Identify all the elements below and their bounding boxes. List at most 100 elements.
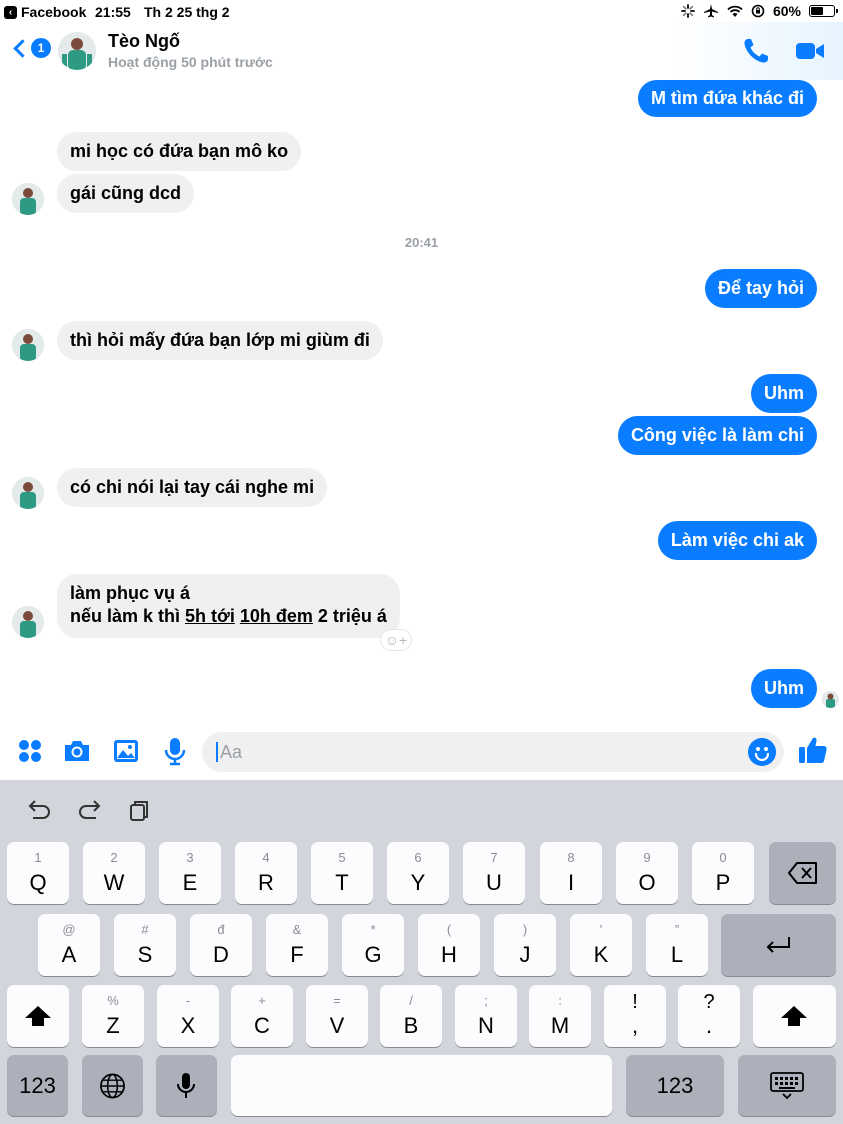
status-time: 21:55 [95,4,131,20]
key-n[interactable]: ; N [455,985,517,1047]
backspace-icon [788,862,817,884]
sender-avatar[interactable] [12,477,44,509]
key-x[interactable]: -X [157,985,219,1047]
emoji-icon[interactable] [748,738,776,766]
composer-bar: Aa [0,726,843,780]
key-e[interactable]: 3E [159,842,221,904]
hide-keyboard-key[interactable] [738,1055,836,1116]
airplane-icon [703,4,718,18]
key-w[interactable]: 2W [83,842,145,904]
microphone-icon[interactable] [160,736,190,766]
contact-avatar[interactable] [58,32,96,70]
dictation-key[interactable] [156,1055,217,1116]
redo-icon[interactable] [76,798,104,824]
phone-icon[interactable] [741,36,773,66]
camera-icon[interactable] [62,736,92,766]
video-call-icon[interactable] [794,36,826,66]
shift-icon [781,1006,807,1026]
timestamp: 20:41 [404,235,439,250]
message-outgoing[interactable]: Làm việc chi ak [657,521,817,560]
status-bar: ‹ Facebook 21:55 Th 2 25 thg 2 60% [0,0,843,22]
loading-icon [681,4,695,18]
key-comma[interactable]: !, [604,985,666,1047]
message-outgoing[interactable]: Để tay hỏi [704,269,817,308]
key-f[interactable]: & F [266,914,328,976]
key-l[interactable]: ” L [646,914,708,976]
rotation-lock-icon [751,4,765,18]
key-i[interactable]: 8I [540,842,602,904]
key-k[interactable]: ’ K [570,914,632,976]
message-line: nếu làm k thì 5h tới 10h đem 2 triệu á [70,605,387,628]
gallery-icon[interactable] [111,736,141,766]
conversation-header: 1 Tèo Ngố Hoạt động 50 phút trước [0,22,843,80]
smiley-plus-icon: ☺+ [384,632,408,648]
avatar-image [58,32,96,70]
keyboard: 1Q 2W 3E 4R 5T 6Y 7U 8I 9O 0P @ A # S đD &… [0,780,843,1124]
message-incoming[interactable]: gái cũng dcd [57,174,195,213]
key-b[interactable]: / B [380,985,442,1047]
key-y[interactable]: 6Y [387,842,449,904]
key-h[interactable]: (H [418,914,480,976]
message-incoming[interactable]: thì hỏi mấy đứa bạn lớp mi giùm đi [57,321,383,360]
key-v[interactable]: = V [306,985,368,1047]
message-outgoing[interactable]: Uhm [751,669,817,708]
shift-key-right[interactable] [753,985,836,1047]
key-r[interactable]: 4R [235,842,297,904]
input-placeholder: Aa [220,742,243,762]
sender-avatar[interactable] [12,606,44,638]
message-incoming[interactable]: mi học có đứa bạn mô ko [57,132,302,171]
more-apps-icon[interactable] [15,736,45,766]
key-m[interactable]: :M [529,985,591,1047]
key-t[interactable]: 5T [311,842,373,904]
key-g[interactable]: * G [342,914,404,976]
globe-icon [100,1073,125,1098]
message-outgoing[interactable]: Uhm [751,374,817,413]
message-input[interactable]: Aa [202,732,784,772]
key-d[interactable]: đD [190,914,252,976]
shift-key-left[interactable] [7,985,69,1047]
message-text: 2 triệu á [312,606,387,626]
seen-indicator-avatar [822,691,839,708]
undo-icon[interactable] [25,798,53,824]
numbers-key-right[interactable]: 123 [626,1055,724,1116]
back-app-label: Facebook [21,4,87,20]
sender-avatar[interactable] [12,329,44,361]
contact-name[interactable]: Tèo Ngố [108,31,180,52]
text-cursor [216,742,218,762]
key-q[interactable]: 1Q [7,842,69,904]
key-period[interactable]: ?. [678,985,740,1047]
back-to-app[interactable]: ‹ Facebook [4,4,86,20]
key-z[interactable]: % Z [82,985,144,1047]
battery-icon [809,5,838,17]
numbers-key-left[interactable]: 123 [7,1055,68,1116]
shift-icon [25,1006,51,1026]
back-button[interactable]: 1 [10,38,51,58]
key-s[interactable]: # S [114,914,176,976]
paste-icon[interactable] [126,798,154,824]
return-key[interactable] [721,914,836,976]
key-o[interactable]: 9O [616,842,678,904]
like-thumb-icon[interactable] [797,734,829,766]
message-text: nếu làm k thì [70,606,186,626]
contact-status: Hoạt động 50 phút trước [108,54,273,70]
key-p[interactable]: 0P [692,842,754,904]
sender-avatar[interactable] [12,183,44,215]
message-outgoing[interactable]: M tìm đứa khác đi [637,80,817,117]
message-incoming[interactable]: có chi nói lại tay cái nghe mi [57,468,328,507]
message-incoming[interactable]: làm phục vụ á nếu làm k thì 5h tới 10h đ… [57,574,400,638]
status-date: Th 2 25 thg 2 [144,4,230,20]
space-key[interactable] [231,1055,612,1116]
add-reaction-button[interactable]: ☺+ [380,629,412,651]
wifi-icon [727,5,743,17]
message-link[interactable]: 10h đem [240,606,313,626]
key-j[interactable]: ) J [494,914,556,976]
key-a[interactable]: @ A [38,914,100,976]
message-link[interactable]: 5h tới [185,606,235,626]
key-u[interactable]: 7U [463,842,525,904]
globe-key[interactable] [82,1055,143,1116]
unread-badge: 1 [31,38,51,58]
status-right: 60% [681,3,838,19]
key-c[interactable]: + C [231,985,293,1047]
message-outgoing[interactable]: Công việc là làm chi [617,416,817,455]
backspace-key[interactable] [769,842,836,904]
